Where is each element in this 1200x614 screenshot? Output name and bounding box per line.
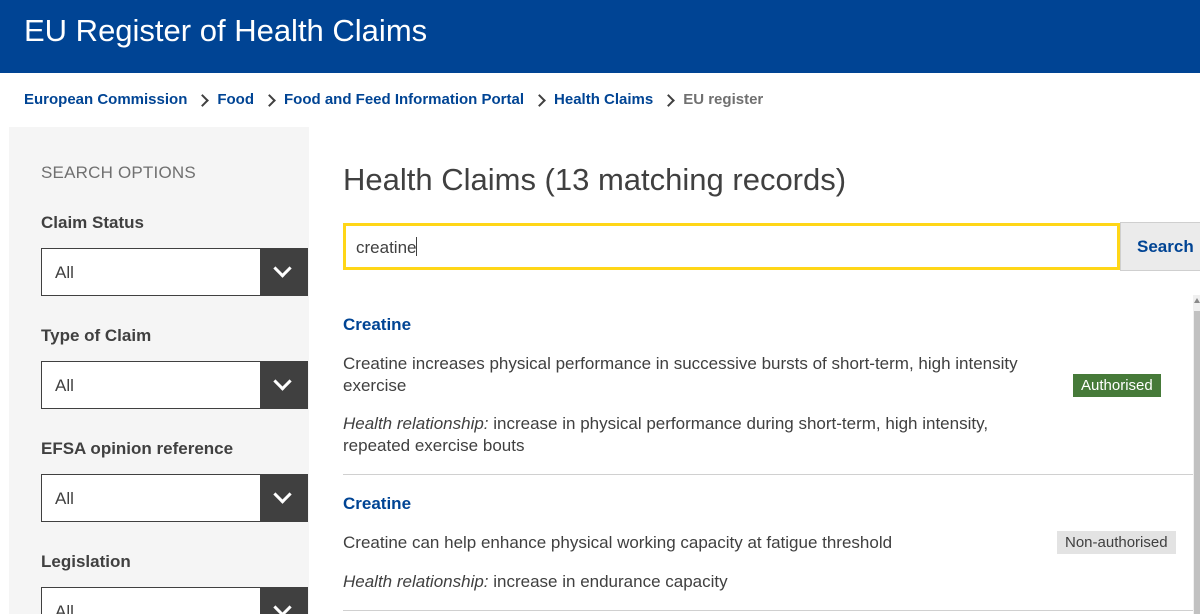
breadcrumb-link-food-feed-portal[interactable]: Food and Feed Information Portal bbox=[284, 91, 524, 108]
chevron-down-icon[interactable] bbox=[260, 588, 307, 614]
type-of-claim-select[interactable]: All bbox=[41, 361, 308, 409]
status-badge: Authorised bbox=[1073, 374, 1161, 397]
breadcrumb-link-health-claims[interactable]: Health Claims bbox=[554, 91, 653, 108]
chevron-right-icon bbox=[187, 93, 217, 107]
results-scrollbar[interactable] bbox=[1193, 295, 1200, 614]
text-caret bbox=[416, 237, 418, 256]
relationship-label: Health relationship: bbox=[343, 572, 489, 591]
result-divider bbox=[343, 474, 1195, 475]
page-title: Health Claims (13 matching records) bbox=[343, 162, 847, 197]
search-button[interactable]: Search bbox=[1120, 222, 1200, 271]
breadcrumb-link-european-commission[interactable]: European Commission bbox=[24, 91, 187, 108]
breadcrumb: European Commission Food Food and Feed I… bbox=[24, 91, 763, 108]
result-health-relationship: Health relationship: increase in enduran… bbox=[343, 571, 1023, 593]
result-description: Creatine can help enhance physical worki… bbox=[343, 533, 893, 552]
chevron-down-icon[interactable] bbox=[260, 475, 307, 521]
type-of-claim-value: All bbox=[55, 376, 74, 395]
breadcrumb-current: EU register bbox=[683, 91, 764, 108]
efsa-opinion-select[interactable]: All bbox=[41, 474, 308, 522]
result-description: Creatine increases physical performance … bbox=[343, 354, 1018, 395]
scroll-up-arrow-icon[interactable] bbox=[1194, 298, 1200, 303]
legislation-select[interactable]: All bbox=[41, 587, 308, 614]
chevron-down-icon[interactable] bbox=[260, 362, 307, 408]
efsa-opinion-label: EFSA opinion reference bbox=[41, 439, 234, 458]
scrollbar-thumb[interactable] bbox=[1194, 311, 1200, 614]
site-title[interactable]: EU Register of Health Claims bbox=[24, 13, 427, 49]
search-input-value: creatine bbox=[356, 237, 418, 257]
claim-status-value: All bbox=[55, 263, 74, 282]
chevron-right-icon bbox=[254, 93, 284, 107]
search-options-sidebar: SEARCH OPTIONS Claim Status All Type of … bbox=[9, 127, 309, 614]
search-button-label: Search bbox=[1137, 237, 1194, 256]
chevron-down-icon[interactable] bbox=[260, 249, 307, 295]
relationship-label: Health relationship: bbox=[343, 414, 489, 433]
search-input[interactable]: creatine bbox=[343, 223, 1120, 270]
result-title-link[interactable]: Creatine bbox=[343, 315, 411, 335]
result-health-relationship: Health relationship: increase in physica… bbox=[343, 413, 1023, 457]
claim-status-label: Claim Status bbox=[41, 213, 144, 232]
breadcrumb-link-food[interactable]: Food bbox=[217, 91, 254, 108]
site-header: EU Register of Health Claims bbox=[0, 0, 1200, 73]
breadcrumb-bar: European Commission Food Food and Feed I… bbox=[0, 73, 1200, 127]
chevron-right-icon bbox=[524, 93, 554, 107]
legislation-value: All bbox=[55, 602, 74, 614]
result-title-link[interactable]: Creatine bbox=[343, 494, 411, 514]
sidebar-heading: SEARCH OPTIONS bbox=[41, 163, 196, 182]
status-badge: Non-authorised bbox=[1057, 531, 1176, 554]
type-of-claim-label: Type of Claim bbox=[41, 326, 152, 345]
relationship-text: increase in endurance capacity bbox=[488, 572, 728, 591]
legislation-label: Legislation bbox=[41, 552, 131, 571]
main-content: Health Claims (13 matching records) crea… bbox=[343, 127, 1200, 614]
efsa-opinion-value: All bbox=[55, 489, 74, 508]
result-divider bbox=[343, 610, 1195, 611]
claim-status-select[interactable]: All bbox=[41, 248, 308, 296]
chevron-right-icon bbox=[653, 93, 683, 107]
